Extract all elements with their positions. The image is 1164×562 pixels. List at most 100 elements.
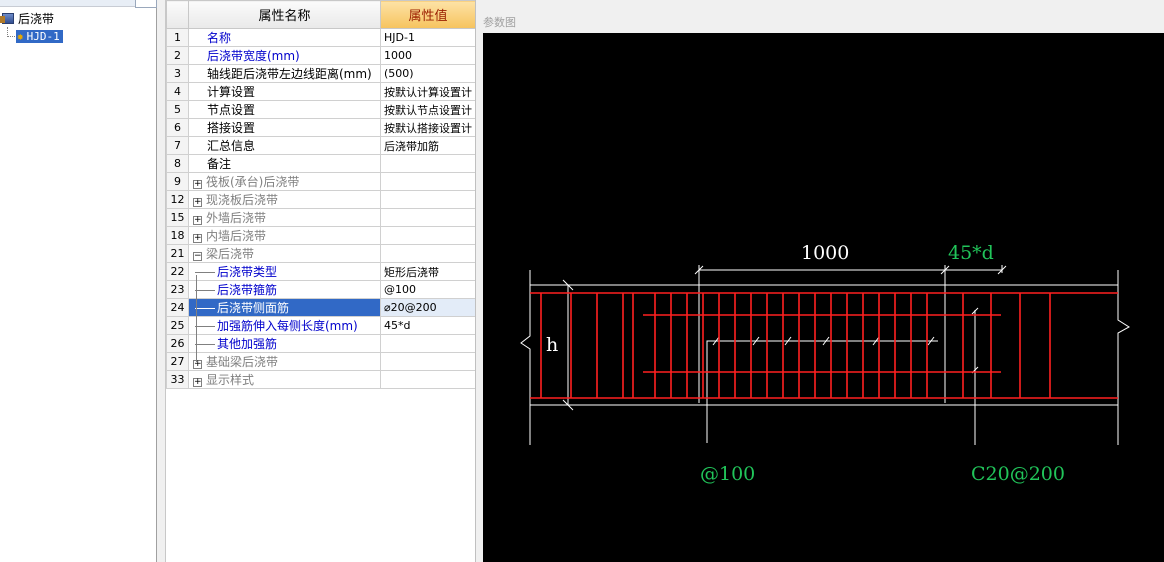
property-name-cell[interactable]: 后浇带侧面筋 — [188, 298, 381, 317]
empty-grid-row — [166, 478, 475, 497]
component-tree: 后浇带 ✸ HJD-1 — [0, 0, 157, 562]
grid-row[interactable]: 4 计算设置 按默认计算设置计 — [166, 82, 475, 101]
grid-row[interactable]: 25 加强筋伸入每侧长度(mm) 45*d — [166, 316, 475, 335]
property-value-cell[interactable]: HJD-1 — [380, 28, 475, 47]
property-value-cell[interactable]: ⌀20@200 — [380, 298, 475, 317]
property-value-cell[interactable]: 按默认计算设置计 — [380, 82, 475, 101]
expand-icon[interactable]: + — [193, 216, 202, 225]
property-name-cell[interactable]: 节点设置 — [188, 100, 381, 119]
expand-icon[interactable]: + — [193, 360, 202, 369]
expand-icon[interactable]: + — [193, 234, 202, 243]
property-value-cell[interactable]: 矩形后浇带 — [380, 262, 475, 281]
property-name-label: 名称 — [207, 31, 232, 45]
grid-row[interactable]: 23 后浇带箍筋 @100 — [166, 280, 475, 299]
property-name-label: 后浇带箍筋 — [217, 283, 278, 297]
beam-outline — [520, 265, 1130, 445]
tree-branch-line — [195, 325, 215, 328]
property-name-cell[interactable]: + 现浇板后浇带 — [188, 190, 381, 209]
grid-row[interactable]: 24 后浇带侧面筋 ⌀20@200 — [166, 298, 475, 317]
property-value-cell[interactable] — [380, 154, 475, 173]
property-value-cell[interactable] — [380, 370, 475, 389]
grid-header-value[interactable]: 属性值 — [380, 0, 475, 29]
row-number: 22 — [166, 262, 189, 281]
grid-row[interactable]: 8 备注 — [166, 154, 475, 173]
property-name-label: 内墙后浇带 — [206, 229, 267, 243]
property-name-label: 后浇带侧面筋 — [217, 301, 290, 315]
grid-row[interactable]: 27 + 基础梁后浇带 — [166, 352, 475, 371]
property-value-cell[interactable]: (500) — [380, 64, 475, 83]
property-name-cell[interactable]: 其他加强筋 — [188, 334, 381, 353]
property-value-cell[interactable]: 后浇带加筋 — [380, 136, 475, 155]
property-name-cell[interactable]: − 梁后浇带 — [188, 244, 381, 263]
property-value-cell[interactable]: 1000 — [380, 46, 475, 65]
property-name-cell[interactable]: 名称 — [188, 28, 381, 47]
expand-icon[interactable]: + — [193, 198, 202, 207]
expand-icon[interactable]: + — [193, 378, 202, 387]
grid-row[interactable]: 33 + 显示样式 — [166, 370, 475, 389]
grid-row[interactable]: 18 + 内墙后浇带 — [166, 226, 475, 245]
property-name-label: 轴线距后浇带左边线距离(mm) — [207, 67, 372, 81]
property-name-cell[interactable]: + 筏板(承台)后浇带 — [188, 172, 381, 191]
empty-grid-row — [166, 388, 475, 407]
property-name-cell[interactable]: 后浇带宽度(mm) — [188, 46, 381, 65]
row-number: 1 — [166, 28, 189, 47]
anchor-length-label: 45*d — [948, 242, 994, 264]
property-value-cell[interactable] — [380, 244, 475, 263]
panel-splitter[interactable] — [157, 0, 166, 562]
property-name-label: 筏板(承台)后浇带 — [206, 175, 300, 189]
property-value-cell[interactable] — [380, 208, 475, 227]
property-value-cell[interactable] — [380, 334, 475, 353]
row-number: 23 — [166, 280, 189, 299]
expand-icon[interactable]: + — [193, 180, 202, 189]
property-name-cell[interactable]: 轴线距后浇带左边线距离(mm) — [188, 64, 381, 83]
property-value-cell[interactable] — [380, 190, 475, 209]
property-name-cell[interactable]: + 显示样式 — [188, 370, 381, 389]
property-name-cell[interactable]: 备注 — [188, 154, 381, 173]
property-name-label: 搭接设置 — [207, 121, 256, 135]
grid-row[interactable]: 22 后浇带类型 矩形后浇带 — [166, 262, 475, 281]
property-name-cell[interactable]: 后浇带类型 — [188, 262, 381, 281]
property-value-cell[interactable] — [380, 226, 475, 245]
row-number: 2 — [166, 46, 189, 65]
property-name-cell[interactable]: 计算设置 — [188, 82, 381, 101]
empty-grid-row — [166, 496, 475, 515]
collapse-icon[interactable]: − — [193, 252, 202, 261]
property-name-cell[interactable]: 加强筋伸入每侧长度(mm) — [188, 316, 381, 335]
empty-grid-row — [166, 424, 475, 443]
row-number: 18 — [166, 226, 189, 245]
property-name-label: 后浇带宽度(mm) — [207, 49, 300, 63]
property-name-cell[interactable]: 搭接设置 — [188, 118, 381, 137]
grid-row[interactable]: 3 轴线距后浇带左边线距离(mm) (500) — [166, 64, 475, 83]
folder-icon — [0, 13, 14, 24]
tree-toolbar-button[interactable] — [135, 0, 157, 8]
property-value-cell[interactable] — [380, 352, 475, 371]
property-name-cell[interactable]: + 内墙后浇带 — [188, 226, 381, 245]
property-value-cell[interactable]: 按默认搭接设置计 — [380, 118, 475, 137]
grid-row[interactable]: 7 汇总信息 后浇带加筋 — [166, 136, 475, 155]
grid-row[interactable]: 12 + 现浇板后浇带 — [166, 190, 475, 209]
grid-row[interactable]: 21− 梁后浇带 — [166, 244, 475, 263]
property-value-cell[interactable]: 45*d — [380, 316, 475, 335]
grid-row[interactable]: 6 搭接设置 按默认搭接设置计 — [166, 118, 475, 137]
grid-row[interactable]: 15 + 外墙后浇带 — [166, 208, 475, 227]
grid-row[interactable]: 9 + 筏板(承台)后浇带 — [166, 172, 475, 191]
row-number: 15 — [166, 208, 189, 227]
row-number: 27 — [166, 352, 189, 371]
property-name-label: 后浇带类型 — [217, 265, 278, 279]
grid-row[interactable]: 1 名称 HJD-1 — [166, 28, 475, 47]
property-name-cell[interactable]: 汇总信息 — [188, 136, 381, 155]
tree-node-root[interactable]: 后浇带 — [0, 11, 54, 27]
property-name-cell[interactable]: + 基础梁后浇带 — [188, 352, 381, 371]
property-name-label: 基础梁后浇带 — [206, 355, 279, 369]
property-value-cell[interactable]: 按默认节点设置计 — [380, 100, 475, 119]
tree-node-hjd-1[interactable]: ✸ HJD-1 — [16, 28, 63, 44]
property-name-cell[interactable]: 后浇带箍筋 — [188, 280, 381, 299]
grid-row[interactable]: 26 其他加强筋 — [166, 334, 475, 353]
tree-branch-line — [195, 271, 215, 274]
grid-row[interactable]: 2 后浇带宽度(mm) 1000 — [166, 46, 475, 65]
grid-header-name[interactable]: 属性名称 — [188, 0, 381, 29]
property-name-cell[interactable]: + 外墙后浇带 — [188, 208, 381, 227]
property-value-cell[interactable]: @100 — [380, 280, 475, 299]
grid-row[interactable]: 5 节点设置 按默认节点设置计 — [166, 100, 475, 119]
property-value-cell[interactable] — [380, 172, 475, 191]
